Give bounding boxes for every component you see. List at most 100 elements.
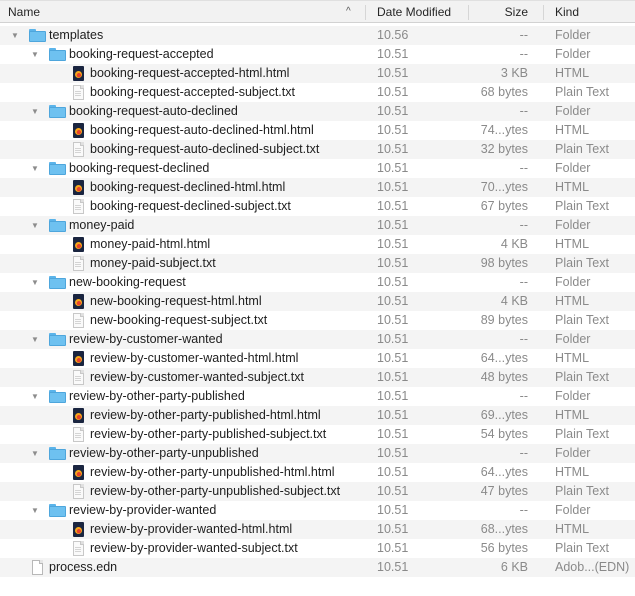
size-cell: 4 KB [500, 294, 528, 308]
file-name[interactable]: review-by-other-party-published-subject.… [90, 425, 326, 444]
file-name[interactable]: money-paid-subject.txt [90, 254, 216, 273]
file-name[interactable]: booking-request-accepted [69, 45, 214, 64]
folder-row[interactable]: ▼ new-booking-request 10.51 -- Folder [0, 273, 635, 292]
folder-row[interactable]: ▼ templates 10.56 -- Folder [0, 26, 635, 45]
file-row[interactable]: booking-request-declined-subject.txt 10.5… [0, 197, 635, 216]
size-cell: 68...ytes [480, 522, 528, 536]
kind-cell: HTML [555, 294, 590, 308]
size-cell: 69...ytes [480, 408, 528, 422]
file-name[interactable]: review-by-customer-wanted [69, 330, 223, 349]
file-name[interactable]: new-booking-request [69, 273, 186, 292]
file-name[interactable]: booking-request-auto-declined-html.html [90, 121, 314, 140]
column-header-date-modified[interactable]: Date Modified [377, 1, 467, 23]
disclosure-triangle-icon[interactable]: ▼ [30, 216, 40, 235]
file-row[interactable]: review-by-other-party-published-subject.… [0, 425, 635, 444]
folder-row[interactable]: ▼ review-by-other-party-unpublished 10.51 -… [0, 444, 635, 463]
column-header-size[interactable]: Size [468, 1, 528, 23]
sort-ascending-icon[interactable]: ^ [346, 1, 351, 23]
file-row[interactable]: review-by-customer-wanted-html.html 10.51… [0, 349, 635, 368]
date-modified-cell: 10.51 [377, 104, 409, 118]
file-row[interactable]: money-paid-html.html 10.51 4 KB HTML [0, 235, 635, 254]
disclosure-triangle-icon[interactable]: ▼ [30, 444, 40, 463]
date-modified-cell: 10.51 [377, 199, 409, 213]
file-name[interactable]: process.edn [49, 558, 117, 577]
folder-icon [49, 47, 66, 62]
file-row[interactable]: booking-request-declined-html.html 10.51 7… [0, 178, 635, 197]
disclosure-triangle-icon[interactable]: ▼ [30, 273, 40, 292]
file-name[interactable]: booking-request-declined-subject.txt [90, 197, 291, 216]
file-name[interactable]: templates [49, 26, 103, 45]
size-cell: 32 bytes [480, 142, 528, 156]
file-name[interactable]: review-by-other-party-published [69, 387, 245, 406]
file-name[interactable]: booking-request-auto-declined-subject.tx… [90, 140, 319, 159]
column-divider[interactable] [543, 5, 544, 20]
file-name[interactable]: new-booking-request-html.html [90, 292, 262, 311]
file-name[interactable]: booking-request-declined-html.html [90, 178, 285, 197]
size-cell: -- [519, 161, 528, 175]
file-row[interactable]: review-by-provider-wanted-subject.txt 10.… [0, 539, 635, 558]
file-row[interactable]: review-by-provider-wanted-html.html 10.51… [0, 520, 635, 539]
folder-row[interactable]: ▼ money-paid 10.51 -- Folder [0, 216, 635, 235]
folder-row[interactable]: ▼ booking-request-accepted 10.51 -- Folder [0, 45, 635, 64]
disclosure-triangle-icon[interactable]: ▼ [30, 159, 40, 178]
file-row[interactable]: booking-request-auto-declined-subject.tx… [0, 140, 635, 159]
file-row[interactable]: review-by-customer-wanted-subject.txt 10.… [0, 368, 635, 387]
folder-row[interactable]: ▼ review-by-provider-wanted 10.51 -- Folder [0, 501, 635, 520]
file-name[interactable]: booking-request-declined [69, 159, 209, 178]
disclosure-triangle-icon[interactable]: ▼ [30, 501, 40, 520]
file-row[interactable]: review-by-other-party-unpublished-subjec… [0, 482, 635, 501]
file-row[interactable]: booking-request-accepted-subject.txt 10.5… [0, 83, 635, 102]
file-name[interactable]: review-by-other-party-unpublished-subjec… [90, 482, 340, 501]
file-row[interactable]: new-booking-request-html.html 10.51 4 KB HT… [0, 292, 635, 311]
file-row[interactable]: process.edn 10.51 6 KB Adob...(EDN) [0, 558, 635, 577]
disclosure-triangle-icon[interactable]: ▼ [30, 102, 40, 121]
kind-cell: Folder [555, 47, 591, 61]
file-name[interactable]: new-booking-request-subject.txt [90, 311, 267, 330]
disclosure-triangle-icon[interactable]: ▼ [30, 330, 40, 349]
file-row[interactable]: booking-request-auto-declined-html.html 1… [0, 121, 635, 140]
file-name[interactable]: booking-request-auto-declined [69, 102, 238, 121]
name-cell: review-by-provider-wanted-html.html [0, 520, 365, 539]
file-name[interactable]: review-by-customer-wanted-html.html [90, 349, 298, 368]
file-name[interactable]: review-by-provider-wanted-html.html [90, 520, 292, 539]
kind-cell: Plain Text [555, 370, 609, 384]
disclosure-triangle-icon[interactable]: ▼ [30, 387, 40, 406]
name-cell: ▼ money-paid [0, 216, 365, 235]
date-modified-cell: 10.51 [377, 142, 409, 156]
name-cell: review-by-customer-wanted-html.html [0, 349, 365, 368]
size-cell: 54 bytes [480, 427, 528, 441]
folder-row[interactable]: ▼ booking-request-declined 10.51 -- Folder [0, 159, 635, 178]
file-row[interactable]: review-by-other-party-unpublished-html.h… [0, 463, 635, 482]
size-cell: 47 bytes [480, 484, 528, 498]
folder-row[interactable]: ▼ review-by-customer-wanted 10.51 -- Folder [0, 330, 635, 349]
file-name[interactable]: review-by-customer-wanted-subject.txt [90, 368, 304, 387]
folder-row[interactable]: ▼ review-by-other-party-published 10.51 -- F… [0, 387, 635, 406]
disclosure-triangle-icon[interactable]: ▼ [10, 26, 20, 45]
file-name[interactable]: money-paid-html.html [90, 235, 210, 254]
date-modified-cell: 10.51 [377, 218, 409, 232]
column-divider[interactable] [365, 5, 366, 20]
column-header-name[interactable]: Name [8, 1, 348, 23]
date-modified-cell: 10.51 [377, 161, 409, 175]
file-name[interactable]: review-by-other-party-unpublished [69, 444, 259, 463]
date-modified-cell: 10.51 [377, 85, 409, 99]
folder-row[interactable]: ▼ booking-request-auto-declined 10.51 -- Fol… [0, 102, 635, 121]
file-name[interactable]: review-by-other-party-unpublished-html.h… [90, 463, 335, 482]
file-name[interactable]: review-by-other-party-published-html.htm… [90, 406, 321, 425]
file-row[interactable]: review-by-other-party-published-html.htm… [0, 406, 635, 425]
name-cell: review-by-other-party-published-html.htm… [0, 406, 365, 425]
folder-icon [49, 161, 66, 176]
file-name[interactable]: money-paid [69, 216, 134, 235]
file-name[interactable]: booking-request-accepted-subject.txt [90, 83, 295, 102]
file-name[interactable]: review-by-provider-wanted-subject.txt [90, 539, 298, 558]
column-header-kind[interactable]: Kind [555, 1, 635, 23]
date-modified-cell: 10.51 [377, 408, 409, 422]
file-name[interactable]: booking-request-accepted-html.html [90, 64, 289, 83]
name-cell: booking-request-declined-html.html [0, 178, 365, 197]
file-row[interactable]: new-booking-request-subject.txt 10.51 89 b… [0, 311, 635, 330]
file-row[interactable]: booking-request-accepted-html.html 10.51 3… [0, 64, 635, 83]
kind-cell: HTML [555, 237, 590, 251]
file-row[interactable]: money-paid-subject.txt 10.51 98 bytes Plain… [0, 254, 635, 273]
file-name[interactable]: review-by-provider-wanted [69, 501, 216, 520]
disclosure-triangle-icon[interactable]: ▼ [30, 45, 40, 64]
